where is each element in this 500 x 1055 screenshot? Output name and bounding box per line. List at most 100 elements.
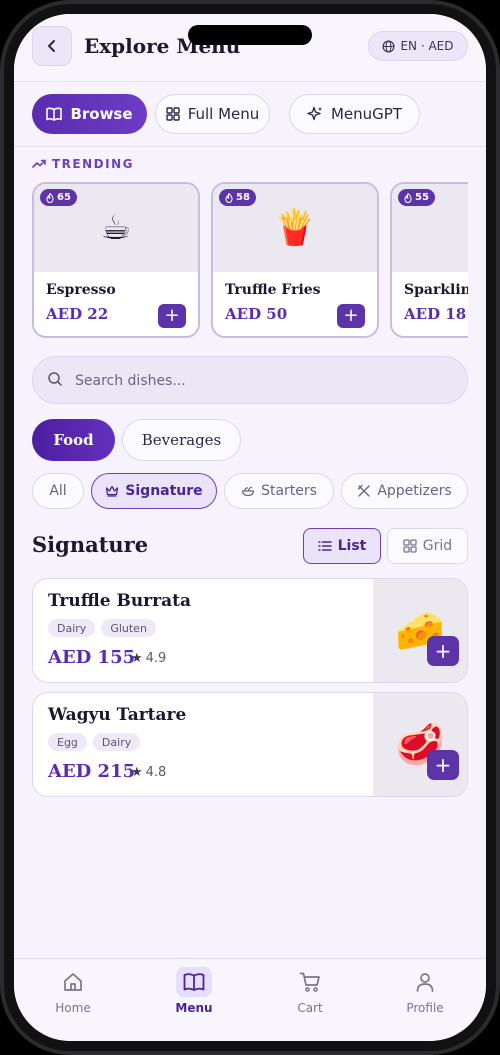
rating: ★ 4.9 [131,651,166,666]
phone-frame: Explore Menu EN · AED Browse Full Menu M… [0,0,500,1055]
dish-card[interactable]: Truffle Burrata Dairy Gluten AED 155 ★ 4… [32,578,468,683]
globe-icon [382,40,395,52]
popularity-count: 58 [236,192,250,203]
view-grid-label: Grid [422,538,453,554]
trending-card[interactable]: ☕ 65 Espresso AED 22 + [32,182,200,338]
nav-menu-label: Menu [175,1001,213,1015]
salad-icon [241,486,255,497]
trending-heading: TRENDING [32,157,134,171]
cart-icon [292,967,328,997]
home-icon [55,967,91,997]
popularity-count: 65 [57,192,71,203]
flame-icon [46,192,54,203]
rating: ★ 4.8 [131,765,166,780]
sparkle-icon [307,106,322,121]
popularity-badge: 58 [219,189,256,206]
plus-icon: + [434,753,452,777]
allergen-tags: Dairy Gluten [48,619,156,637]
language-currency-button[interactable]: EN · AED [368,31,468,61]
search-input[interactable] [75,367,445,395]
trending-label: TRENDING [52,157,134,171]
filter-signature-label: Signature [125,483,203,499]
dynamic-island [188,25,312,45]
nav-home[interactable]: Home [33,967,113,1015]
app-screen: Explore Menu EN · AED Browse Full Menu M… [14,14,486,1041]
utensils-crossed-icon [358,484,370,497]
plus-icon: + [343,305,359,326]
nav-cart-label: Cart [297,1001,323,1015]
droplet-icon: 💧 [462,210,468,250]
coffee-icon: ☕ [100,208,132,248]
trending-card[interactable]: 💧 55 Sparkling AED 18 [390,182,468,338]
nav-profile[interactable]: Profile [385,967,465,1015]
dish-image: 🥩 [373,693,467,796]
star-icon: ★ [131,765,143,780]
dish-name: Espresso [46,282,116,298]
trending-card[interactable]: 🍟 58 Truffle Fries AED 50 + [211,182,379,338]
add-to-cart-button[interactable]: + [337,304,365,328]
language-currency-label: EN · AED [400,39,454,53]
bottom-nav: Home Menu Cart Profile [14,958,486,1041]
nav-profile-label: Profile [406,1001,444,1015]
allergen-tag: Dairy [48,619,96,637]
category-beverages[interactable]: Beverages [122,419,241,461]
view-list-button[interactable]: List [303,528,381,564]
filter-appetizers[interactable]: Appetizers [341,473,468,509]
view-grid-button[interactable]: Grid [387,528,468,564]
dish-image: 🧀 [373,579,467,682]
chevron-left-icon [48,40,55,52]
plus-icon: + [434,639,452,663]
rating-value: 4.9 [145,651,167,666]
user-icon [407,967,443,997]
allergen-tag: Dairy [92,733,141,751]
dish-price: AED 18 [404,305,467,323]
popularity-badge: 65 [40,189,77,206]
crown-icon [106,485,119,497]
flame-icon [404,192,412,203]
plus-icon: + [164,305,180,326]
filter-starters-label: Starters [261,483,317,499]
filter-starters[interactable]: Starters [224,473,334,509]
allergen-tags: Egg Dairy [48,733,141,751]
nav-cart[interactable]: Cart [270,967,350,1015]
tab-browse-label: Browse [70,105,133,123]
dish-price: AED 215 [48,761,136,782]
dish-price: AED 155 [48,647,136,668]
grid-icon [403,539,417,553]
category-food-label: Food [53,431,94,449]
add-to-cart-button[interactable]: + [158,304,186,328]
category-food[interactable]: Food [32,419,115,461]
allergen-tag: Egg [48,733,87,751]
grid-icon [165,107,180,121]
nav-menu[interactable]: Menu [154,967,234,1015]
view-list-label: List [337,538,367,554]
trending-carousel[interactable]: ☕ 65 Espresso AED 22 + 🍟 58 Truffle Frie… [32,182,468,340]
tab-menugpt[interactable]: MenuGPT [289,94,420,134]
dish-name: Truffle Burrata [48,591,191,611]
search-icon [48,372,62,386]
popularity-count: 55 [415,192,429,203]
category-beverages-label: Beverages [141,431,222,449]
tab-browse[interactable]: Browse [32,94,147,134]
trending-up-icon [32,159,46,168]
back-button[interactable] [32,26,72,66]
filter-all[interactable]: All [32,473,84,509]
rating-value: 4.8 [145,765,167,780]
book-icon [46,107,63,121]
dish-price: AED 22 [46,305,109,323]
add-to-cart-button[interactable]: + [427,636,459,666]
filter-signature[interactable]: Signature [91,473,217,509]
search-bar[interactable] [32,356,468,404]
filter-appetizers-label: Appetizers [377,483,452,499]
list-icon [317,541,332,551]
book-icon [176,967,212,997]
flame-icon [225,192,233,203]
tab-full-menu[interactable]: Full Menu [155,94,270,134]
allergen-tag: Gluten [101,619,156,637]
dish-card[interactable]: Wagyu Tartare Egg Dairy AED 215 ★ 4.8 🥩 … [32,692,468,797]
filter-all-label: All [49,483,67,499]
add-to-cart-button[interactable]: + [427,750,459,780]
dish-name: Truffle Fries [225,282,321,298]
tab-menugpt-label: MenuGPT [330,105,402,123]
star-icon: ★ [131,651,143,666]
